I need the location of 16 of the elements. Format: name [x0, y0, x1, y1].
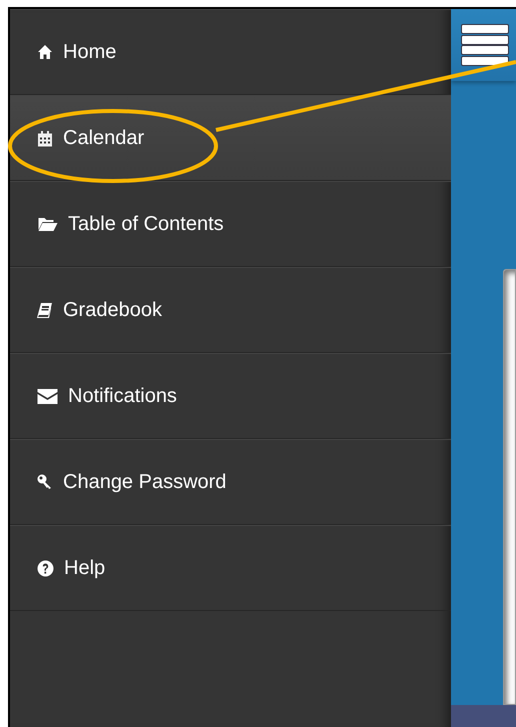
text-area[interactable]	[503, 269, 516, 705]
book-icon	[37, 302, 53, 318]
sidebar-item[interactable]: Notifications	[10, 353, 451, 439]
folder-icon	[37, 216, 58, 232]
sidebar-item[interactable]: Calendar	[10, 95, 451, 181]
sidebar-item[interactable]: Table of Contents	[10, 181, 451, 267]
sidebar-item[interactable]: Gradebook	[10, 267, 451, 353]
sidebar-item[interactable]: Change Password	[10, 439, 451, 525]
key-icon	[37, 474, 53, 490]
help-icon	[37, 560, 54, 576]
menu-icon[interactable]	[461, 24, 509, 66]
calendar-icon	[37, 130, 53, 146]
envelope-icon	[37, 388, 58, 404]
footer-bar	[451, 705, 516, 727]
home-icon	[37, 44, 53, 60]
sidebar-item[interactable]: Help	[10, 525, 451, 611]
